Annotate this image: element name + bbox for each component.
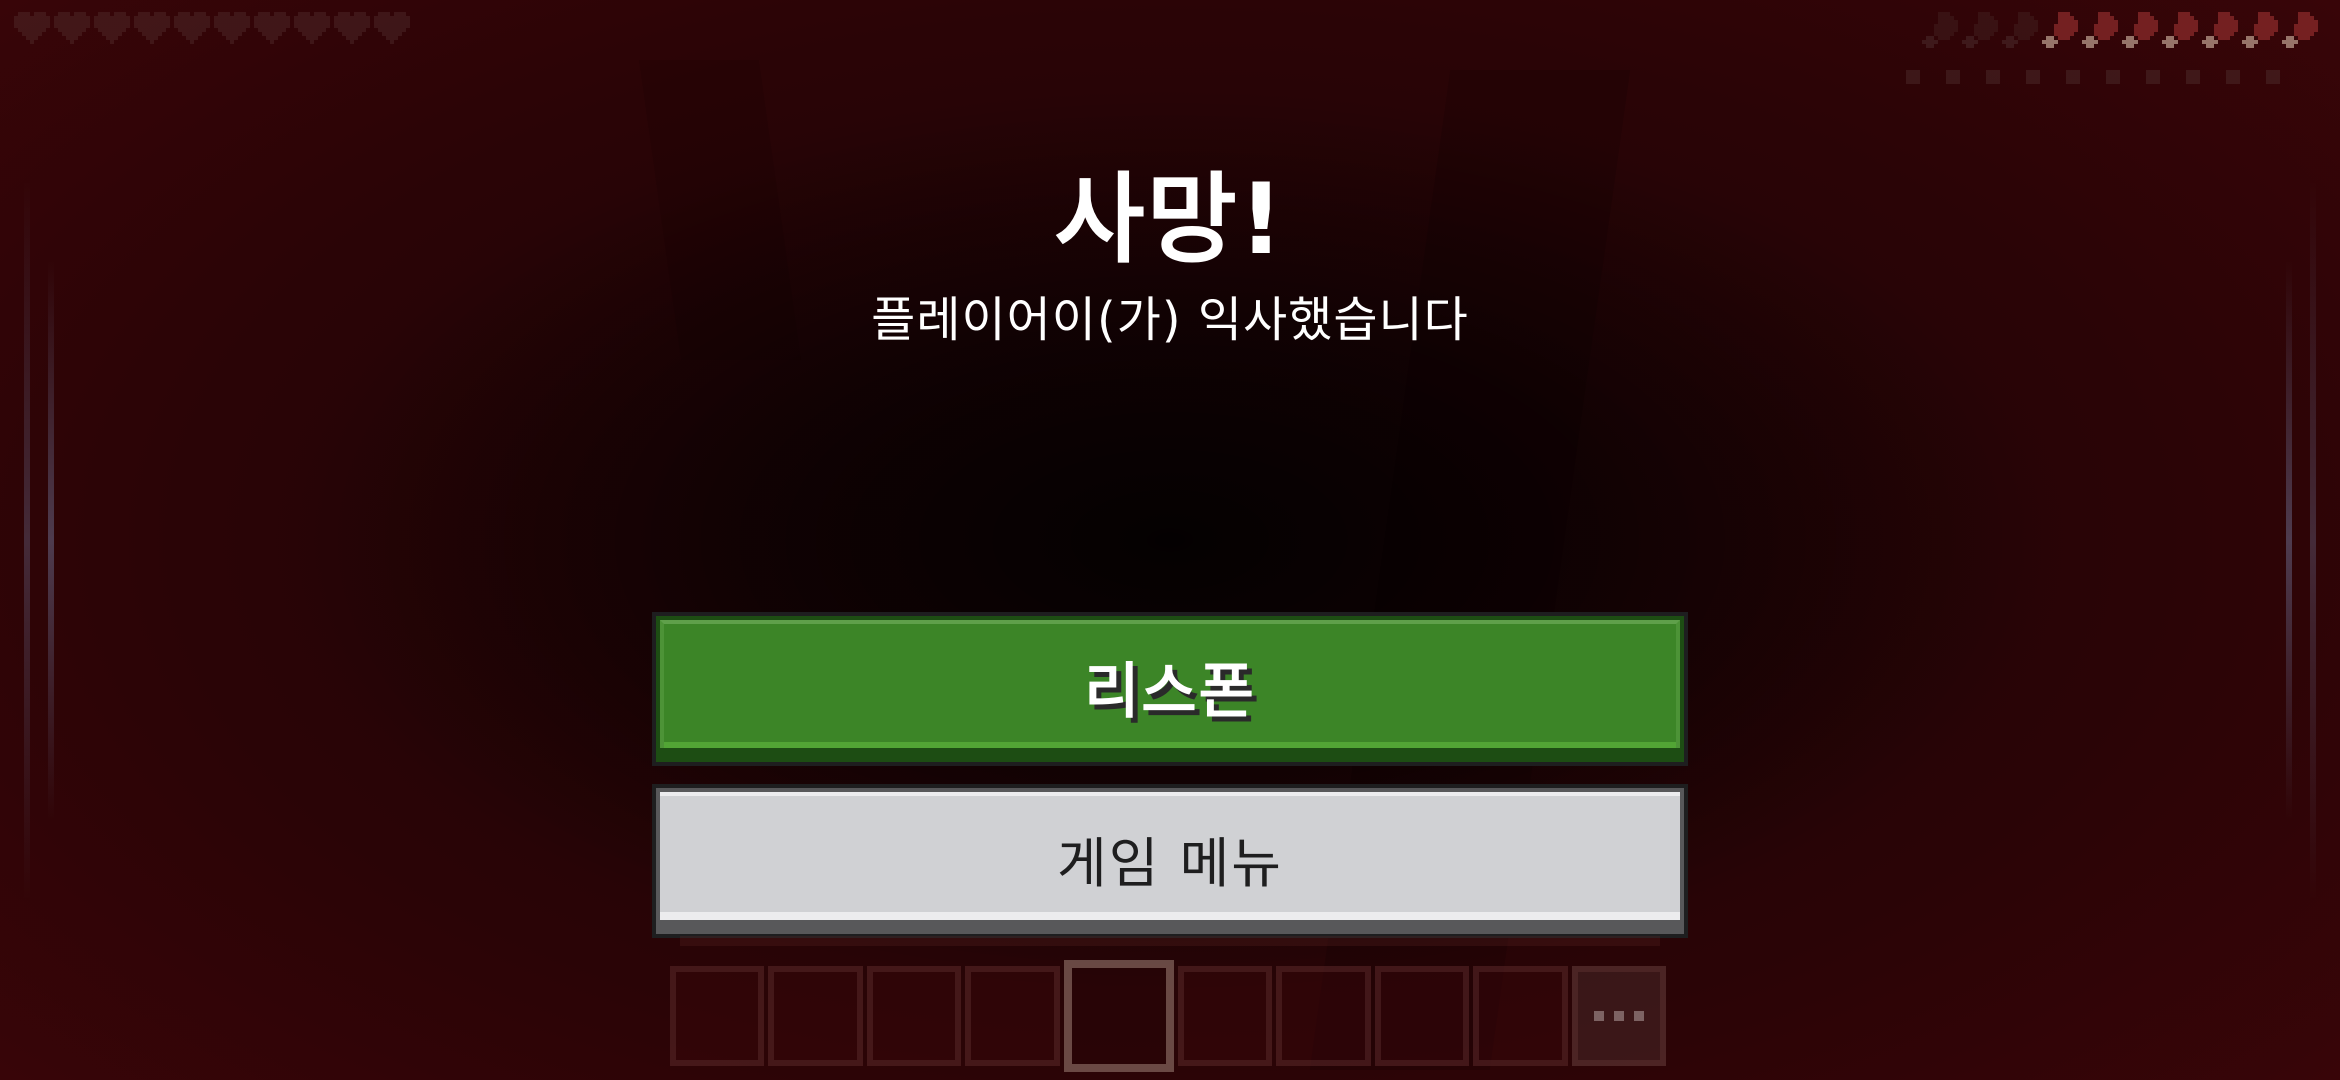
heart-icon — [94, 8, 130, 44]
death-message: 플레이어이(가) 익사했습니다 — [871, 292, 1469, 348]
hotbar-slot[interactable] — [1374, 966, 1470, 1066]
hotbar-slot[interactable] — [965, 966, 1060, 1066]
hunger-drumstick-icon — [2042, 12, 2078, 48]
game-menu-button-label: 게임 메뉴 — [1057, 831, 1283, 895]
light-streak — [24, 180, 30, 900]
heart-icon — [374, 8, 410, 44]
armor-point-icon — [2106, 70, 2120, 84]
heart-icon — [54, 8, 90, 44]
heart-icon — [134, 8, 170, 44]
more-items-dot — [1593, 1011, 1604, 1021]
armor-point-icon — [2026, 70, 2040, 84]
respawn-button-face[interactable]: 리스폰 — [660, 620, 1680, 748]
armor-point-icon — [2226, 70, 2240, 84]
hotbar-slot[interactable] — [1276, 966, 1371, 1066]
hunger-drumstick-icon — [1922, 12, 1958, 48]
more-items-icon[interactable] — [1571, 966, 1666, 1066]
armor-point-icon — [1946, 70, 1960, 84]
more-items-dot — [1633, 1011, 1644, 1021]
armor-point-icon — [2146, 70, 2160, 84]
hunger-drumstick-icon — [2202, 12, 2238, 48]
hunger-bar — [1922, 12, 2318, 48]
heart-icon — [294, 8, 330, 44]
game-menu-button-face[interactable]: 게임 메뉴 — [660, 792, 1680, 920]
hunger-drumstick-icon — [2242, 12, 2278, 48]
hotbar-slot[interactable] — [1177, 966, 1273, 1066]
light-streak — [2310, 180, 2316, 900]
armor-point-icon — [2066, 70, 2080, 84]
more-items-dot — [1613, 1011, 1624, 1021]
game-menu-button[interactable]: 게임 메뉴 — [652, 784, 1688, 938]
heart-icon — [254, 8, 290, 44]
armor-point-icon — [1906, 70, 1920, 84]
hunger-drumstick-icon — [1962, 12, 1998, 48]
hunger-drumstick-icon — [2162, 12, 2198, 48]
hunger-drumstick-icon — [2282, 12, 2318, 48]
hunger-drumstick-icon — [2082, 12, 2118, 48]
heart-icon — [14, 8, 50, 44]
hotbar-slot[interactable] — [670, 966, 765, 1066]
experience-bar — [680, 936, 1660, 946]
death-screen: 사망! 플레이어이(가) 익사했습니다 리스폰 게임 메뉴 — [0, 0, 2340, 1080]
hotbar-slot[interactable] — [768, 966, 863, 1066]
hotbar-slot[interactable] — [866, 966, 962, 1066]
hunger-drumstick-icon — [2002, 12, 2038, 48]
heart-icon — [214, 8, 250, 44]
respawn-button[interactable]: 리스폰 — [652, 612, 1688, 766]
respawn-button-label: 리스폰 — [1084, 656, 1256, 727]
heart-icon — [174, 8, 210, 44]
armor-bar — [1906, 70, 2280, 84]
health-bar — [14, 8, 410, 44]
armor-point-icon — [1986, 70, 2000, 84]
death-title: 사망! — [1054, 163, 1286, 277]
hotbar-slot[interactable] — [1473, 966, 1568, 1066]
hotbar-slot-selected[interactable] — [1063, 960, 1174, 1072]
hunger-drumstick-icon — [2122, 12, 2158, 48]
armor-point-icon — [2186, 70, 2200, 84]
armor-point-icon — [2266, 70, 2280, 84]
heart-icon — [334, 8, 370, 44]
hotbar — [670, 960, 1670, 1072]
